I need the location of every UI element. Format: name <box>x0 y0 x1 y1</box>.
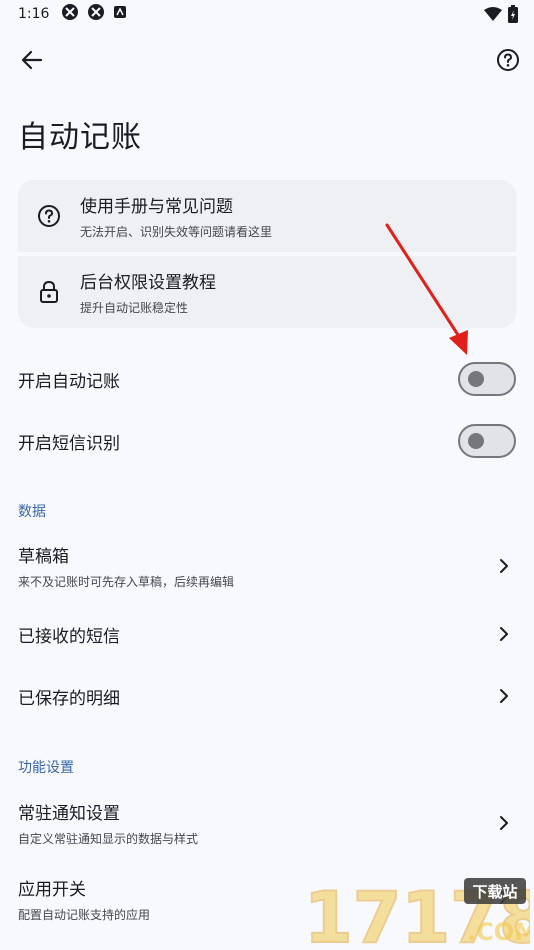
auto-bookkeeping-switch[interactable] <box>458 362 516 396</box>
toggle-label: 开启短信识别 <box>18 433 120 454</box>
help-button[interactable] <box>488 42 528 82</box>
help-item-subtitle: 无法开启、识别失效等问题请看这里 <box>80 225 273 239</box>
switch-knob <box>468 433 484 449</box>
list-item-subtitle: 自定义常驻通知显示的数据与样式 <box>18 832 199 846</box>
help-item-title: 后台权限设置教程 <box>80 273 216 293</box>
section-header-settings: 功能设置 <box>18 760 74 776</box>
status-time: 1:16 <box>18 6 50 22</box>
watermark-badge: 下载站 <box>472 883 517 901</box>
help-item-permissions[interactable]: 后台权限设置教程 提升自动记账稳定性 <box>18 256 516 328</box>
list-item-saved-details[interactable]: 已保存的明细 <box>0 672 534 720</box>
list-item-title: 已保存的明细 <box>18 688 120 709</box>
help-card: 使用手册与常见问题 无法开启、识别失效等问题请看这里 后台权限设置教程 提升自动… <box>18 180 516 328</box>
keyboard-notification-icon <box>113 5 127 23</box>
switch-knob <box>468 371 484 387</box>
section-header-data: 数据 <box>18 504 46 520</box>
list-item-drafts[interactable]: 草稿箱 来不及记账时可先存入草稿，后续再编辑 <box>0 538 534 594</box>
wifi-icon <box>484 7 502 25</box>
status-bar: 1:16 <box>0 0 534 28</box>
toggle-label: 开启自动记账 <box>18 371 120 392</box>
list-item-title: 常驻通知设置 <box>18 804 120 824</box>
list-item-received-sms[interactable]: 已接收的短信 <box>0 610 534 658</box>
chevron-right-icon <box>500 816 508 830</box>
watermark-logo: 17178 下载站 .COM <box>303 876 534 950</box>
battery-icon <box>508 5 518 27</box>
help-circle-icon <box>496 48 520 76</box>
watermark-domain: .COM <box>467 918 530 946</box>
sms-recognition-switch[interactable] <box>458 424 516 458</box>
page-title: 自动记账 <box>18 120 142 155</box>
lock-icon <box>18 280 80 304</box>
help-item-title: 使用手册与常见问题 <box>80 197 233 217</box>
toggle-row-sms-recognition[interactable]: 开启短信识别 <box>0 417 534 465</box>
chevron-right-icon <box>500 559 508 573</box>
arrow-left-icon <box>21 49 43 75</box>
toggle-row-auto-bookkeeping[interactable]: 开启自动记账 <box>0 355 534 403</box>
app-notification-icon <box>87 3 105 25</box>
list-item-title: 已接收的短信 <box>18 626 120 647</box>
list-item-title: 草稿箱 <box>18 547 69 567</box>
app-notification-icon <box>61 3 79 25</box>
list-item-subtitle: 来不及记账时可先存入草稿，后续再编辑 <box>18 575 235 589</box>
help-item-subtitle: 提升自动记账稳定性 <box>80 301 189 315</box>
chevron-right-icon <box>500 627 508 641</box>
back-button[interactable] <box>12 42 52 82</box>
chevron-right-icon <box>500 689 508 703</box>
help-circle-icon <box>18 204 80 228</box>
help-item-manual[interactable]: 使用手册与常见问题 无法开启、识别失效等问题请看这里 <box>18 180 516 252</box>
list-item-persistent-notification[interactable]: 常驻通知设置 自定义常驻通知显示的数据与样式 <box>0 795 534 851</box>
